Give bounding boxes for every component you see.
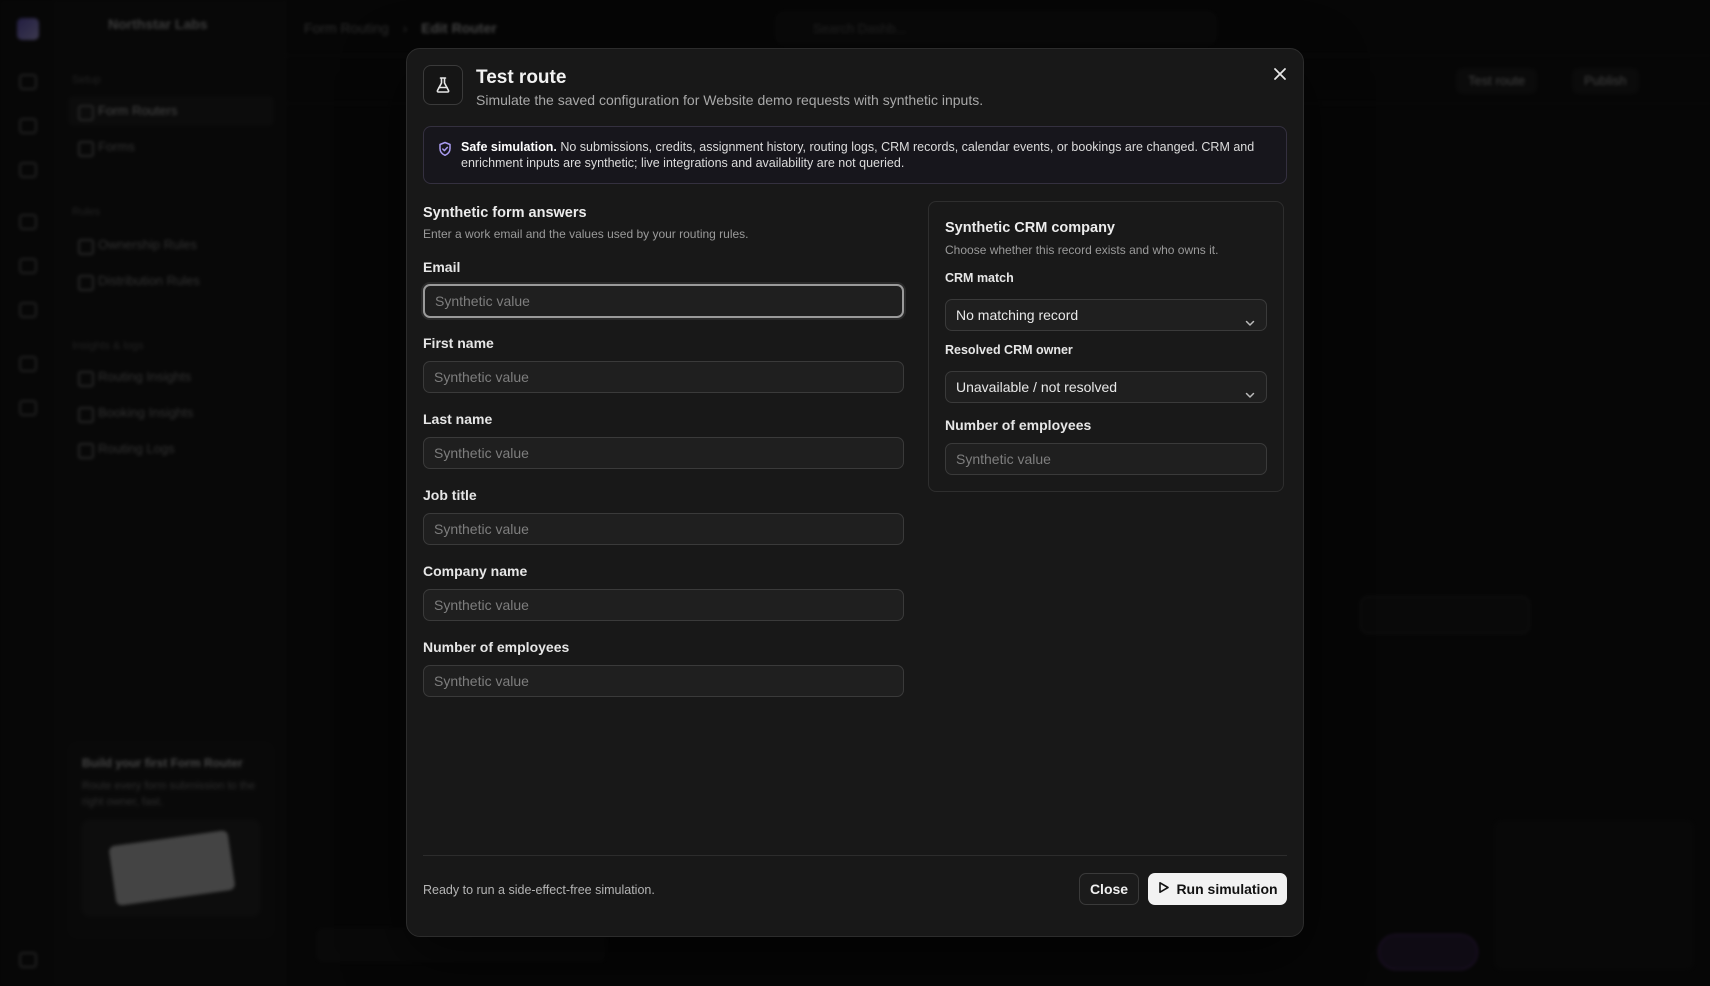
run-simulation-button[interactable]: Run simulation [1148,873,1287,905]
last-name-label: Last name [423,411,493,427]
notice-text: Safe simulation. No submissions, credits… [461,139,1273,171]
crm-employees-label: Number of employees [945,417,1092,433]
number-of-employees-field[interactable] [423,665,904,697]
company-name-field[interactable] [423,589,904,621]
shield-check-icon [437,141,453,162]
flask-icon [423,65,463,105]
company-name-label: Company name [423,563,528,579]
test-route-dialog: Test route Simulate the saved configurat… [406,48,1304,937]
first-name-field[interactable] [423,361,904,393]
play-icon [1157,881,1170,897]
crm-company-panel: Synthetic CRM company Choose whether thi… [928,201,1284,492]
form-section-title: Synthetic form answers [423,205,587,221]
crm-employees-field[interactable] [945,443,1267,475]
notice-bold: Safe simulation. [461,140,557,154]
form-section-description: Enter a work email and the values used b… [423,227,749,241]
dialog-subtitle: Simulate the saved configuration for Web… [476,92,984,108]
run-simulation-label: Run simulation [1176,881,1278,897]
job-title-label: Job title [423,487,477,503]
footer-divider [423,855,1287,856]
dialog-title: Test route [476,67,567,88]
email-field[interactable] [423,284,904,318]
crm-match-value: No matching record [956,307,1079,323]
last-name-field[interactable] [423,437,904,469]
simulation-status: Ready to run a side-effect-free simulati… [423,883,655,897]
number-of-employees-label: Number of employees [423,639,570,655]
crm-owner-value: Unavailable / not resolved [956,379,1118,395]
crm-owner-label: Resolved CRM owner [945,343,1073,357]
safe-simulation-notice: Safe simulation. No submissions, credits… [423,126,1287,184]
close-button[interactable]: Close [1079,873,1139,905]
chevron-down-icon [1244,309,1256,339]
first-name-label: First name [423,335,494,351]
chevron-down-icon [1244,381,1256,411]
crm-match-select[interactable]: No matching record [945,299,1267,331]
crm-section-title: Synthetic CRM company [945,220,1115,236]
email-label: Email [423,259,461,275]
job-title-field[interactable] [423,513,904,545]
crm-owner-select[interactable]: Unavailable / not resolved [945,371,1267,403]
notice-body: No submissions, credits, assignment hist… [461,140,1255,170]
close-icon[interactable] [1269,63,1291,85]
crm-section-description: Choose whether this record exists and wh… [945,243,1219,257]
crm-match-label: CRM match [945,271,1014,285]
